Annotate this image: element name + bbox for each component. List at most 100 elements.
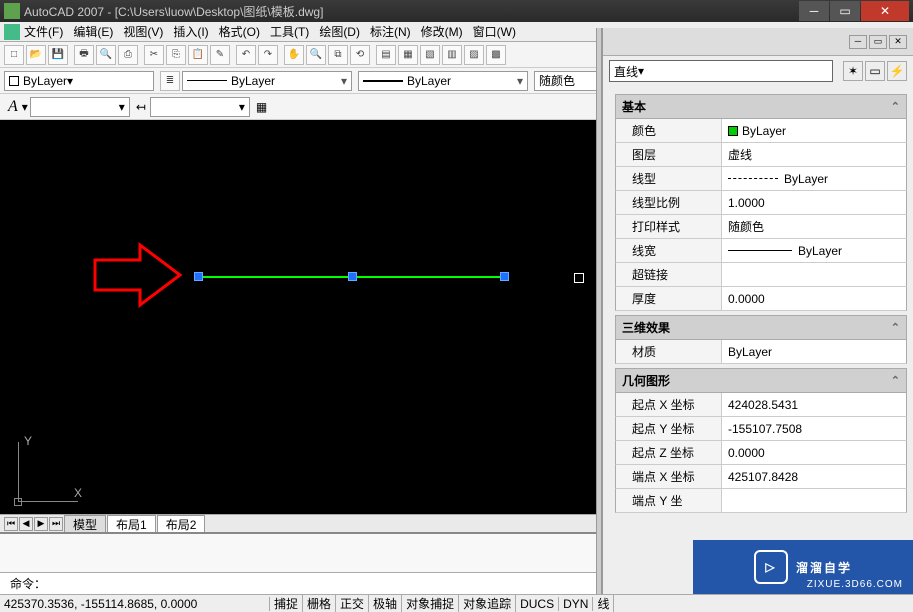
tab-prev-icon[interactable]: ◀ xyxy=(19,517,33,531)
menu-tools[interactable]: 工具(T) xyxy=(270,23,309,40)
tp-icon[interactable]: ▧ xyxy=(420,45,440,65)
maximize-button[interactable]: ▭ xyxy=(830,1,860,21)
undo-icon[interactable]: ↶ xyxy=(236,45,256,65)
property-value-cell[interactable]: 1.0000 xyxy=(722,191,906,214)
property-value-cell[interactable]: 424028.5431 xyxy=(722,393,906,416)
property-row[interactable]: 端点 X 坐标425107.8428 xyxy=(615,465,907,489)
props-icon[interactable]: ▤ xyxy=(376,45,396,65)
layer-control[interactable]: ByLayer ▾ xyxy=(4,71,154,91)
close-button[interactable]: ✕ xyxy=(861,1,909,21)
linetype-control[interactable]: ByLayer ▾ xyxy=(182,71,352,91)
zoom-prev-icon[interactable]: ⟲ xyxy=(350,45,370,65)
tab-model[interactable]: 模型 xyxy=(64,515,106,533)
tab-layout2[interactable]: 布局2 xyxy=(157,515,206,533)
property-value-cell[interactable]: ByLayer xyxy=(722,340,906,363)
command-history[interactable] xyxy=(0,534,596,572)
save-icon[interactable]: 💾 xyxy=(48,45,68,65)
property-row[interactable]: 线型ByLayer xyxy=(615,167,907,191)
tab-first-icon[interactable]: ⏮ xyxy=(4,517,18,531)
publish-icon[interactable]: ⎙ xyxy=(118,45,138,65)
copy-icon[interactable]: ⎘ xyxy=(166,45,186,65)
zoom-rt-icon[interactable]: 🔍 xyxy=(306,45,326,65)
preview-icon[interactable]: 🔍 xyxy=(96,45,116,65)
property-row[interactable]: 起点 Y 坐标-155107.7508 xyxy=(615,417,907,441)
property-value-cell[interactable] xyxy=(722,489,906,512)
osnap-toggle[interactable]: 对象捕捉 xyxy=(402,595,459,612)
property-value-cell[interactable]: -155107.7508 xyxy=(722,417,906,440)
matchprop-icon[interactable]: ✎ xyxy=(210,45,230,65)
property-row[interactable]: 端点 Y 坐 xyxy=(615,489,907,513)
model-viewport[interactable]: Y X xyxy=(0,120,596,532)
pickadd-icon[interactable]: ✶ xyxy=(843,61,863,81)
quickselect-icon[interactable]: ⚡ xyxy=(887,61,907,81)
palette-min-icon[interactable]: ─ xyxy=(849,35,867,49)
snap-toggle[interactable]: 捕捉 xyxy=(270,595,303,612)
grid-toggle[interactable]: 栅格 xyxy=(303,595,336,612)
lwt-toggle[interactable]: 线 xyxy=(593,595,614,612)
property-row[interactable]: 线型比例1.0000 xyxy=(615,191,907,215)
layer-prev-icon[interactable]: ≣ xyxy=(160,71,180,91)
grip-start[interactable] xyxy=(194,272,203,281)
polar-toggle[interactable]: 极轴 xyxy=(369,595,402,612)
menu-modify[interactable]: 修改(M) xyxy=(421,23,463,40)
tab-last-icon[interactable]: ⏭ xyxy=(49,517,63,531)
open-icon[interactable]: 📂 xyxy=(26,45,46,65)
property-value-cell[interactable]: 虚线 xyxy=(722,143,906,166)
property-value-cell[interactable]: 随颜色 xyxy=(722,215,906,238)
dimstyle-select[interactable]: ▾ xyxy=(150,97,250,117)
menu-draw[interactable]: 绘图(D) xyxy=(319,23,360,40)
markup-icon[interactable]: ▨ xyxy=(464,45,484,65)
minimize-button[interactable]: ─ xyxy=(799,1,829,21)
properties-list[interactable]: 基本⌃颜色ByLayer图层虚线线型ByLayer线型比例1.0000打印样式随… xyxy=(603,86,913,594)
collapse-icon[interactable]: ⌃ xyxy=(891,321,900,334)
zoom-win-icon[interactable]: ⧉ xyxy=(328,45,348,65)
tab-layout1[interactable]: 布局1 xyxy=(107,515,156,533)
cut-icon[interactable]: ✂ xyxy=(144,45,164,65)
ortho-toggle[interactable]: 正交 xyxy=(336,595,369,612)
grip-end[interactable] xyxy=(500,272,509,281)
property-category[interactable]: 三维效果⌃ xyxy=(615,315,907,340)
property-category[interactable]: 几何图形⌃ xyxy=(615,368,907,393)
collapse-icon[interactable]: ⌃ xyxy=(891,100,900,113)
property-row[interactable]: 线宽ByLayer xyxy=(615,239,907,263)
property-category[interactable]: 基本⌃ xyxy=(615,94,907,119)
menu-insert[interactable]: 插入(I) xyxy=(173,23,208,40)
textstyle-select[interactable]: ▾ xyxy=(30,97,130,117)
redo-icon[interactable]: ↷ xyxy=(258,45,278,65)
command-input[interactable] xyxy=(46,577,592,591)
menu-format[interactable]: 格式(O) xyxy=(219,23,260,40)
menu-view[interactable]: 视图(V) xyxy=(123,23,163,40)
calc-icon[interactable]: ▩ xyxy=(486,45,506,65)
chevron-down-icon[interactable]: ▾ xyxy=(22,100,28,114)
lineweight-control[interactable]: ByLayer ▾ xyxy=(358,71,528,91)
ducs-toggle[interactable]: DUCS xyxy=(516,597,559,611)
menu-window[interactable]: 窗口(W) xyxy=(473,23,516,40)
property-value-cell[interactable]: ByLayer xyxy=(722,239,906,262)
menu-dimension[interactable]: 标注(N) xyxy=(370,23,411,40)
dyn-toggle[interactable]: DYN xyxy=(559,597,593,611)
property-row[interactable]: 打印样式随颜色 xyxy=(615,215,907,239)
print-icon[interactable]: 🖶 xyxy=(74,45,94,65)
property-row[interactable]: 颜色ByLayer xyxy=(615,119,907,143)
property-row[interactable]: 材质ByLayer xyxy=(615,340,907,364)
pan-icon[interactable]: ✋ xyxy=(284,45,304,65)
property-row[interactable]: 起点 X 坐标424028.5431 xyxy=(615,393,907,417)
property-value-cell[interactable] xyxy=(722,263,906,286)
paste-icon[interactable]: 📋 xyxy=(188,45,208,65)
property-row[interactable]: 厚度0.0000 xyxy=(615,287,907,311)
dcenter-icon[interactable]: ▦ xyxy=(398,45,418,65)
property-row[interactable]: 超链接 xyxy=(615,263,907,287)
property-value-cell[interactable]: 0.0000 xyxy=(722,287,906,310)
grip-mid[interactable] xyxy=(348,272,357,281)
object-type-select[interactable]: 直线 ▾ xyxy=(609,60,833,82)
otrack-toggle[interactable]: 对象追踪 xyxy=(459,595,516,612)
property-value-cell[interactable]: ByLayer xyxy=(722,119,906,142)
property-row[interactable]: 起点 Z 坐标0.0000 xyxy=(615,441,907,465)
palette-max-icon[interactable]: ▭ xyxy=(869,35,887,49)
menu-file[interactable]: 文件(F) xyxy=(24,23,63,40)
collapse-icon[interactable]: ⌃ xyxy=(891,374,900,387)
ssm-icon[interactable]: ▥ xyxy=(442,45,462,65)
menu-edit[interactable]: 编辑(E) xyxy=(73,23,113,40)
drawing-area[interactable]: Y X xyxy=(0,120,596,532)
palette-close-icon[interactable]: ✕ xyxy=(889,35,907,49)
